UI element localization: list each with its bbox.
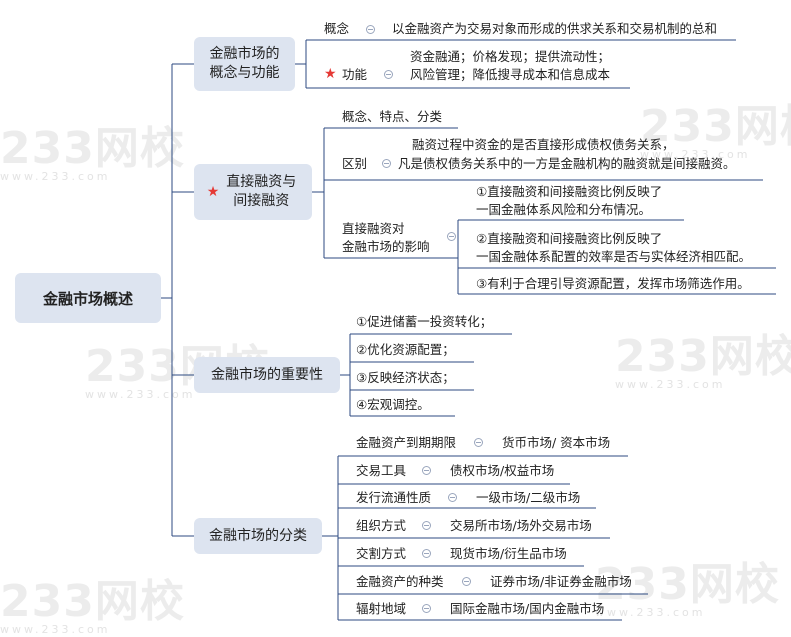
impact-label-line-2: 金融市场的影响 bbox=[342, 239, 430, 254]
class-types: 现货市场/衍生品市场 bbox=[450, 546, 567, 561]
impact-item-1-line-1: ①直接融资和间接融资比例反映了 bbox=[476, 184, 663, 199]
diff-line-1: 融资过程中资金的是否直接形成债权债务关系， bbox=[412, 137, 675, 152]
importance-item-4: ④宏观调控。 bbox=[356, 397, 430, 412]
class-criterion: 组织方式 bbox=[356, 518, 407, 533]
class-criterion: 交割方式 bbox=[356, 546, 407, 561]
root-label: 金融市场概述 bbox=[42, 289, 133, 308]
function-line-2: 风险管理；降低搜寻成本和信息成本 bbox=[410, 67, 611, 82]
collapse-toggle-icon[interactable] bbox=[474, 438, 483, 447]
collapse-toggle-icon[interactable] bbox=[422, 604, 431, 613]
impact-item-1-line-2: 一国金融体系风险和分布情况。 bbox=[476, 202, 652, 217]
class-types: 国际金融市场/国内金融市场 bbox=[450, 601, 605, 616]
concept-label: 概念 bbox=[324, 21, 350, 36]
collapse-toggle-icon[interactable] bbox=[422, 466, 431, 475]
node-label: 金融市场的重要性 bbox=[211, 366, 323, 383]
class-types: 交易所市场/场外交易市场 bbox=[450, 518, 592, 533]
class-criterion: 金融资产的种类 bbox=[356, 574, 444, 589]
collapse-toggle-icon[interactable] bbox=[384, 70, 393, 79]
function-label: 功能 bbox=[342, 67, 368, 82]
impact-label-line-1: 直接融资对 bbox=[342, 221, 405, 236]
collapse-toggle-icon[interactable] bbox=[422, 549, 431, 558]
mind-map: 233网校www.233.com 233网校www.233.com 233网校w… bbox=[0, 0, 791, 637]
node-label: 金融市场的分类 bbox=[209, 527, 307, 544]
node-label: 金融市场的概念与功能 bbox=[209, 46, 280, 81]
collapse-toggle-icon[interactable] bbox=[447, 232, 456, 241]
diff-label: 区别 bbox=[342, 156, 368, 171]
impact-item-2-line-1: ②直接融资和间接融资比例反映了 bbox=[476, 231, 663, 246]
collapse-toggle-icon[interactable] bbox=[366, 25, 375, 34]
node-concept-function[interactable]: 金融市场的概念与功能 bbox=[194, 37, 295, 91]
root-node[interactable]: 金融市场概述 bbox=[15, 273, 161, 323]
collapse-toggle-icon[interactable] bbox=[462, 577, 471, 586]
class-criterion: 金融资产到期期限 bbox=[356, 435, 457, 450]
connector-concept-children bbox=[295, 40, 307, 88]
collapse-toggle-icon[interactable] bbox=[422, 521, 431, 530]
class-types: 证券市场/非证券金融市场 bbox=[490, 574, 632, 589]
node-classification[interactable]: 金融市场的分类 bbox=[194, 518, 322, 554]
importance-item-1: ①促进储蓄一投资转化； bbox=[356, 314, 493, 329]
collapse-toggle-icon[interactable] bbox=[448, 493, 457, 502]
function-line-1: 资金融通；价格发现；提供流动性； bbox=[410, 49, 611, 64]
diff-line-2: 凡是债权债务关系中的一方是金融机构的融资就是间接融资。 bbox=[398, 156, 736, 171]
star-icon: ★ bbox=[324, 66, 337, 82]
node-label: 直接融资与间接融资 bbox=[226, 174, 297, 209]
financing-sub1: 概念、特点、分类 bbox=[342, 109, 443, 124]
importance-item-3: ③反映经济状态； bbox=[356, 370, 455, 385]
class-criterion: 发行流通性质 bbox=[356, 490, 432, 505]
node-importance[interactable]: 金融市场的重要性 bbox=[194, 357, 340, 393]
class-types: 债权市场/权益市场 bbox=[450, 463, 555, 478]
node-direct-indirect-financing[interactable]: ★ 直接融资与间接融资 bbox=[194, 164, 312, 220]
concept-definition: 以金融资产为交易对象而形成的供求关系和交易机制的总和 bbox=[392, 21, 718, 36]
impact-item-3: ③有利于合理引导资源配置，发挥市场筛选作用。 bbox=[476, 276, 750, 291]
class-types: 货币市场/ 资本市场 bbox=[502, 435, 611, 450]
star-icon: ★ bbox=[206, 184, 220, 200]
class-types: 一级市场/二级市场 bbox=[476, 490, 581, 505]
class-criterion: 交易工具 bbox=[356, 463, 407, 478]
class-criterion: 辐射地域 bbox=[356, 601, 407, 616]
collapse-toggle-icon[interactable] bbox=[382, 159, 391, 168]
impact-item-2-line-2: 一国金融体系配置的效率是否与实体经济相匹配。 bbox=[476, 249, 752, 264]
importance-item-2: ②优化资源配置； bbox=[356, 342, 455, 357]
